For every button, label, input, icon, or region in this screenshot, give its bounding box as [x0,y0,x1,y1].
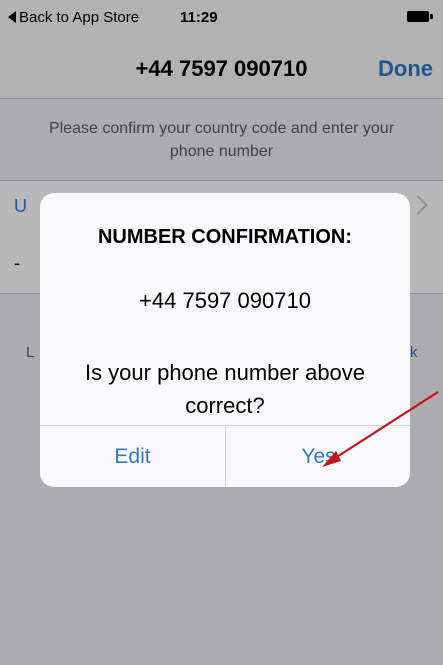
yes-button[interactable]: Yes [226,426,410,487]
edit-button[interactable]: Edit [40,426,226,487]
alert-title: NUMBER CONFIRMATION: [97,226,353,248]
number-confirmation-alert: NUMBER CONFIRMATION: +44 7597 090710 Is … [40,193,410,487]
phone-screen: Back to App Store 11:29 +44 7597 090710 … [0,0,443,665]
alert-message: Is your phone number above correct? [84,360,366,418]
alert-button-bar: Edit Yes [40,425,410,487]
alert-phone-number: +44 7597 090710 [139,288,311,313]
